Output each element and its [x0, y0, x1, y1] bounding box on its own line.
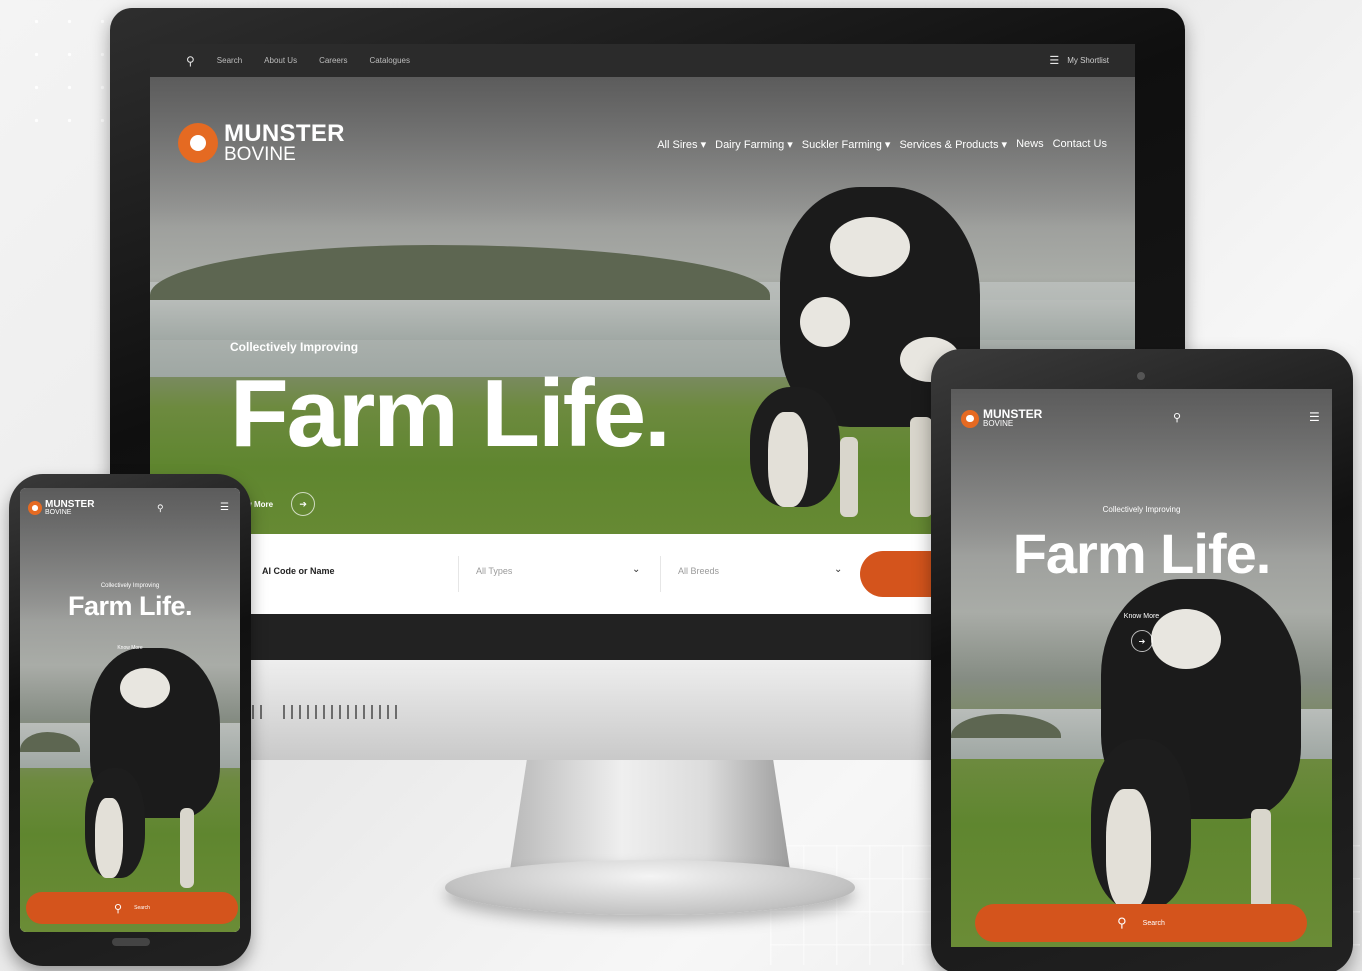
- topbar-link-catalogues[interactable]: Catalogues: [370, 56, 410, 65]
- tablet-screen: MUNSTER BOVINE ⚲ ☰ Collectively Improvin…: [951, 389, 1332, 947]
- logo-wordmark-bottom: BOVINE: [224, 144, 296, 165]
- search-icon[interactable]: ⚲: [1173, 411, 1181, 424]
- shortlist-link[interactable]: ☰ My Shortlist: [1049, 54, 1109, 67]
- hero-title: Farm Life.: [1012, 522, 1272, 585]
- brand-logo[interactable]: MUNSTER BOVINE: [28, 500, 94, 516]
- tablet-camera: [1137, 372, 1145, 380]
- search-button-label: Search: [1142, 919, 1165, 927]
- brand-logo[interactable]: MUNSTER BOVINE: [961, 408, 1042, 428]
- nav-item-news[interactable]: News: [1016, 138, 1044, 151]
- chevron-down-icon[interactable]: ⌄: [632, 564, 640, 575]
- code-or-name-input[interactable]: AI Code or Name: [262, 566, 335, 576]
- topbar-search-link[interactable]: Search: [217, 56, 242, 65]
- monitor-stand: [510, 760, 790, 870]
- topbar-link-careers[interactable]: Careers: [319, 56, 347, 65]
- cow-image: [1041, 579, 1321, 919]
- monitor-vent: [283, 705, 398, 719]
- hero-kicker: Collectively Improving: [100, 583, 160, 589]
- logo-wordmark-bottom: BOVINE: [45, 509, 72, 516]
- cow-image: [50, 648, 230, 908]
- logo-wordmark-top: MUNSTER: [224, 120, 345, 147]
- menu-icon[interactable]: ☰: [1309, 410, 1320, 424]
- logo-mark-icon: [961, 409, 979, 428]
- know-more-link[interactable]: Know More: [20, 645, 240, 651]
- chevron-down-icon[interactable]: ⌄: [834, 564, 842, 575]
- logo-wordmark-top: MUNSTER: [45, 499, 95, 510]
- tablet-hero: MUNSTER BOVINE ⚲ ☰ Collectively Improvin…: [951, 389, 1332, 947]
- search-icon[interactable]: ⚲: [186, 54, 195, 68]
- logo-mark-icon: [28, 501, 42, 515]
- list-icon: ☰: [1049, 55, 1060, 67]
- nav-item-suckler-farming[interactable]: Suckler Farming ▾: [802, 138, 891, 151]
- breeds-select[interactable]: All Breeds: [678, 566, 719, 576]
- logo-wordmark-bottom: BOVINE: [983, 419, 1014, 428]
- search-button[interactable]: ⚲ Search: [26, 892, 238, 924]
- search-icon[interactable]: ⚲: [157, 503, 164, 514]
- hero-headland: [150, 245, 770, 300]
- types-select[interactable]: All Types: [476, 566, 512, 576]
- know-more-link[interactable]: Know More: [951, 613, 1332, 620]
- nav-item-services-products[interactable]: Services & Products ▾: [899, 138, 1007, 151]
- search-icon: ⚲: [114, 902, 123, 915]
- monitor-vent: [252, 705, 266, 719]
- shortlist-label: My Shortlist: [1067, 56, 1109, 65]
- topbar-link-about[interactable]: About Us: [264, 56, 297, 65]
- search-button-label: Search: [134, 905, 150, 911]
- hero-kicker: Collectively Improving: [230, 340, 359, 354]
- divider: [458, 556, 459, 592]
- monitor-stand-base: [445, 860, 855, 915]
- search-icon: ⚲: [1117, 915, 1127, 930]
- nav-item-all-sires[interactable]: All Sires ▾: [657, 138, 706, 151]
- arrow-right-icon[interactable]: ➔: [291, 492, 316, 516]
- main-nav: All Sires ▾ Dairy Farming ▾ Suckler Farm…: [657, 138, 1107, 151]
- nav-item-contact-us[interactable]: Contact Us: [1053, 138, 1107, 151]
- nav-item-dairy-farming[interactable]: Dairy Farming ▾: [715, 138, 793, 151]
- divider: [660, 556, 661, 592]
- brand-logo[interactable]: MUNSTER BOVINE: [178, 122, 345, 164]
- phone-screen: MUNSTER BOVINE ⚲ ☰ Collectively Improvin…: [20, 488, 240, 932]
- hero-kicker: Collectively Improving: [1102, 505, 1181, 514]
- phone-home-indicator: [112, 938, 150, 946]
- hero-title: Farm Life.: [67, 591, 193, 621]
- search-button[interactable]: ⚲ Search: [975, 904, 1307, 942]
- menu-icon[interactable]: ☰: [220, 502, 229, 513]
- logo-mark-icon: [178, 123, 218, 163]
- desktop-topbar: ⚲ Search About Us Careers Catalogues: [150, 44, 1135, 77]
- arrow-right-icon[interactable]: ➔: [1131, 630, 1153, 652]
- hero-title: Farm Life.: [230, 360, 671, 467]
- phone-hero: MUNSTER BOVINE ⚲ ☰ Collectively Improvin…: [20, 488, 240, 932]
